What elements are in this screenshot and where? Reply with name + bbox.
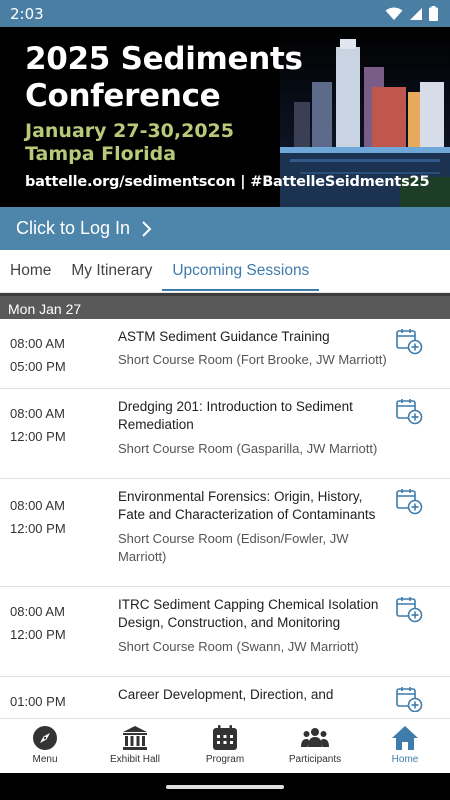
nav-program-label: Program (205, 754, 245, 765)
session-start: 08:00 AM (10, 406, 65, 421)
conference-dates-line: January 27-30,2025 (25, 120, 234, 142)
nav-program[interactable]: Program (180, 719, 270, 773)
session-room: Short Course Room (Gasparilla, JW Marrio… (118, 441, 378, 456)
session-item[interactable]: 08:00 AM 05:00 PM ASTM Sediment Guidance… (0, 319, 450, 389)
session-room: Short Course Room (Edison/Fowler, JW Mar… (118, 531, 349, 564)
compass-icon (33, 726, 57, 750)
tab-my-itinerary[interactable]: My Itinerary (61, 250, 162, 293)
add-to-calendar-icon[interactable] (395, 487, 423, 515)
session-title: ITRC Sediment Capping Chemical Isolation… (118, 597, 379, 630)
session-item[interactable]: 08:00 AM 12:00 PM ITRC Sediment Capping … (0, 587, 450, 677)
conference-url-hashtag: battelle.org/sedimentscon | #BattelleSei… (25, 174, 430, 190)
session-item[interactable]: 08:00 AM 12:00 PM Dredging 201: Introduc… (0, 389, 450, 479)
nav-participants[interactable]: Participants (270, 719, 360, 773)
add-to-calendar-icon[interactable] (395, 685, 423, 712)
add-to-calendar-icon[interactable] (395, 397, 423, 425)
session-start: 08:00 AM (10, 498, 65, 513)
session-end: 12:00 PM (10, 626, 66, 642)
nav-menu-label: Menu (32, 754, 58, 765)
session-times: 08:00 AM 05:00 PM (10, 333, 66, 378)
session-times: 08:00 AM 12:00 PM (10, 403, 66, 448)
session-room: Short Course Room (Swann, JW Marriott) (118, 639, 359, 654)
tab-bar: Home My Itinerary Upcoming Sessions (0, 250, 450, 293)
session-times: 01:00 PM (10, 691, 66, 712)
people-icon (301, 728, 329, 747)
login-button[interactable]: Click to Log In (0, 207, 450, 250)
chevron-right-icon (142, 220, 152, 237)
home-icon (392, 726, 418, 750)
session-list[interactable]: 08:00 AM 05:00 PM ASTM Sediment Guidance… (0, 319, 450, 712)
gesture-handle[interactable] (166, 785, 284, 789)
session-end: 12:00 PM (10, 428, 66, 444)
session-times: 08:00 AM 12:00 PM (10, 601, 66, 646)
status-icons (385, 6, 438, 21)
session-title: Environmental Forensics: Origin, History… (118, 489, 376, 522)
nav-home-label: Home (391, 754, 419, 765)
tab-home[interactable]: Home (0, 250, 61, 293)
calendar-icon (213, 725, 237, 750)
session-room: Short Course Room (Fort Brooke, JW Marri… (118, 352, 387, 367)
nav-participants-label: Participants (288, 754, 342, 765)
session-end: 05:00 PM (10, 358, 66, 374)
building-icon (123, 726, 147, 750)
conference-title-line1: 2025 Sediments (25, 41, 303, 77)
signal-icon (410, 7, 422, 20)
nav-menu[interactable]: Menu (0, 719, 90, 773)
day-header: Mon Jan 27 (0, 293, 450, 319)
nav-home[interactable]: Home (360, 719, 450, 773)
status-time: 2:03 (10, 4, 44, 23)
conference-title: 2025 Sediments Conference (25, 41, 303, 115)
session-end: 12:00 PM (10, 520, 66, 536)
add-to-calendar-icon[interactable] (395, 595, 423, 623)
login-label: Click to Log In (16, 218, 131, 238)
session-title: ASTM Sediment Guidance Training (118, 329, 330, 344)
session-item[interactable]: 01:00 PM Career Development, Direction, … (0, 677, 450, 712)
conference-title-line2: Conference (25, 78, 221, 114)
tab-upcoming-sessions[interactable]: Upcoming Sessions (162, 250, 320, 293)
battery-icon (429, 6, 438, 21)
session-times: 08:00 AM 12:00 PM (10, 495, 66, 540)
add-to-calendar-icon[interactable] (395, 327, 423, 355)
conference-banner: 2025 Sediments Conference January 27-30,… (0, 27, 450, 207)
wifi-icon (385, 7, 403, 20)
nav-exhibit-hall-label: Exhibit Hall (109, 754, 161, 765)
bottom-nav: Menu Exhibit Hall Program Participants H… (0, 718, 450, 773)
session-start: 08:00 AM (10, 604, 65, 619)
session-start: 01:00 PM (10, 694, 66, 709)
session-title: Dredging 201: Introduction to Sediment R… (118, 399, 353, 432)
status-bar: 2:03 (0, 0, 450, 27)
conference-dates: January 27-30,2025 Tampa Florida (25, 120, 234, 166)
nav-exhibit-hall[interactable]: Exhibit Hall (90, 719, 180, 773)
session-item[interactable]: 08:00 AM 12:00 PM Environmental Forensic… (0, 479, 450, 587)
gesture-bar (0, 773, 450, 800)
conference-location-line: Tampa Florida (25, 143, 177, 165)
session-start: 08:00 AM (10, 336, 65, 351)
session-title: Career Development, Direction, and (118, 687, 334, 702)
